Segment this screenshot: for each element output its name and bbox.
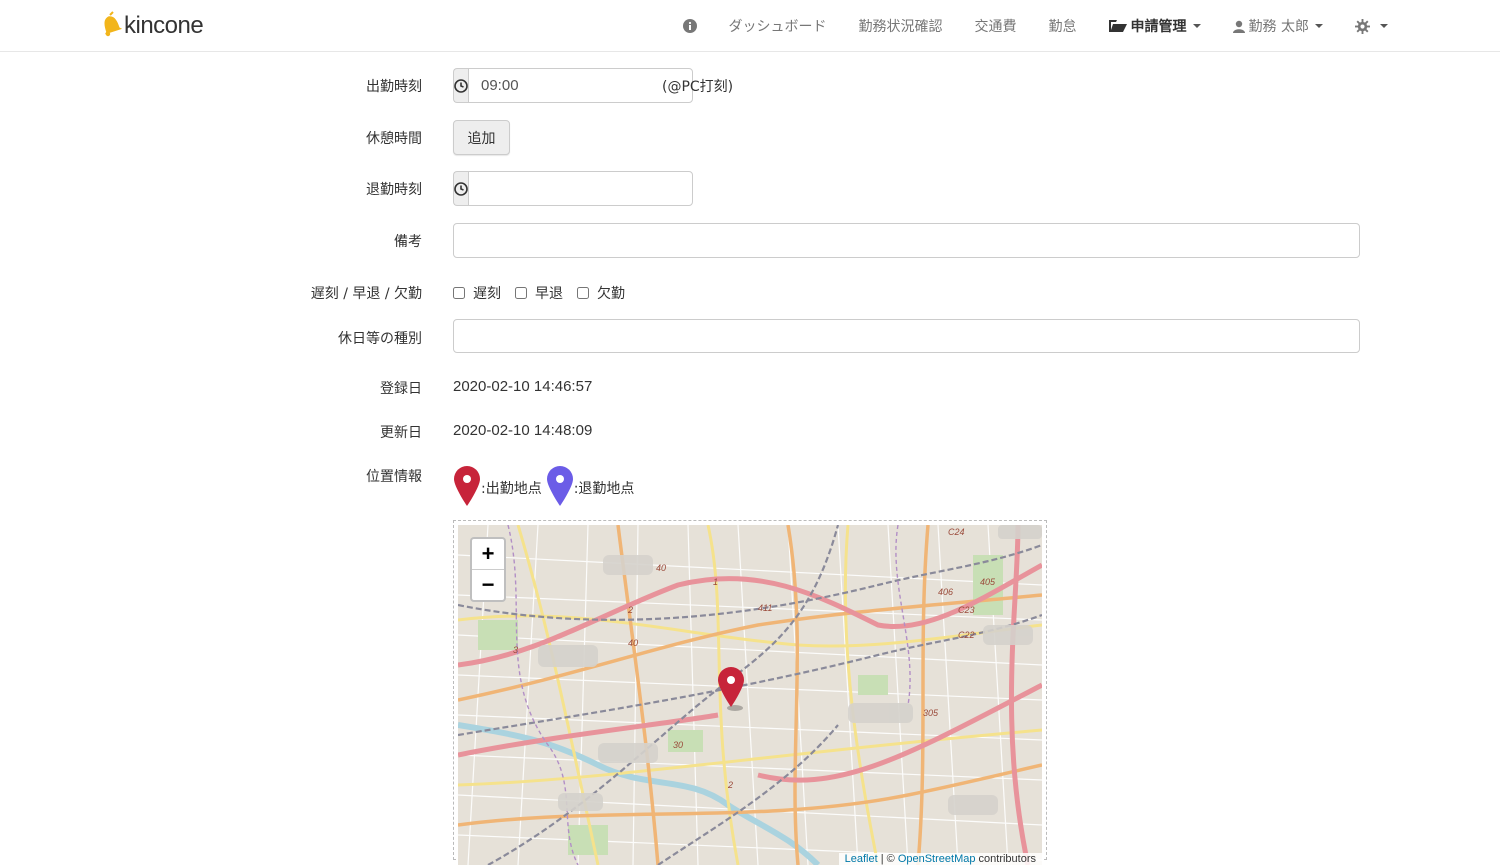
road-number-label: 3	[513, 645, 519, 655]
map-marker-icon	[453, 465, 481, 511]
location-legend: :出勤地点 :退勤地点	[453, 465, 638, 511]
add-break-button[interactable]: 追加	[453, 120, 510, 155]
legend-clock-in-label: :出勤地点	[481, 481, 542, 497]
map-frame: 40 1 2 411 406 405 C24 C23 C22 3 40 305 30 2 + − Leaf…	[453, 520, 1047, 865]
nav-user-name: 勤務 太郎	[1248, 19, 1309, 35]
clock-out-input[interactable]	[468, 171, 693, 206]
road-number-label: 305	[923, 708, 939, 718]
remarks-label: 備考	[394, 234, 422, 250]
clock-icon[interactable]	[453, 171, 468, 206]
late-checkbox-item[interactable]: 遅刻	[453, 283, 501, 303]
folder-open-icon	[1108, 19, 1127, 33]
road-number-label: 411	[758, 603, 773, 613]
map-marker-icon	[546, 465, 574, 511]
late-checkbox-label: 遅刻	[473, 286, 501, 302]
updated-value: 2020-02-10 14:48:09	[453, 422, 593, 439]
late-checkbox[interactable]	[453, 287, 465, 299]
road-number-label: 40	[656, 563, 667, 573]
top-navbar: kincone ダッシュボード 勤務状況確認 交通費 勤怠 申請管理 勤務 太郎	[0, 0, 1500, 52]
road-number-label: C24	[948, 527, 965, 537]
brand-logo[interactable]: kincone	[100, 11, 204, 41]
zoom-in-button[interactable]: +	[472, 539, 504, 569]
late-early-absent-checks: 遅刻 早退 欠勤	[453, 283, 639, 303]
nav-user-dropdown[interactable]: 勤務 太郎	[1217, 0, 1339, 52]
nav-applications-label: 申請管理	[1130, 19, 1187, 35]
gear-icon	[1355, 18, 1370, 34]
clock-in-input[interactable]	[468, 68, 693, 103]
absent-checkbox-label: 欠勤	[597, 286, 625, 302]
nav-dashboard[interactable]: ダッシュボード	[713, 0, 843, 52]
break-label: 休憩時間	[366, 131, 422, 147]
nav-attendance[interactable]: 勤怠	[1033, 0, 1093, 52]
user-icon	[1232, 20, 1245, 33]
registered-value: 2020-02-10 14:46:57	[453, 378, 593, 395]
early-leave-checkbox-label: 早退	[535, 286, 563, 302]
legend-clock-out: :退勤地点	[546, 465, 635, 511]
road-number-label: 406	[938, 587, 954, 597]
nav-transport-expense[interactable]: 交通費	[959, 0, 1033, 52]
remarks-input[interactable]	[453, 223, 1360, 258]
road-number-label: 40	[628, 638, 639, 648]
info-icon[interactable]	[667, 0, 713, 52]
location-label: 位置情報	[366, 469, 422, 485]
chevron-down-icon	[1192, 24, 1201, 28]
nav-work-status[interactable]: 勤務状況確認	[843, 0, 959, 52]
clock-in-note: (@PC打刻)	[662, 79, 734, 95]
clock-out-group	[453, 171, 693, 206]
zoom-out-button[interactable]: −	[472, 569, 504, 600]
nav-settings-dropdown[interactable]	[1339, 0, 1404, 52]
location-map[interactable]: 40 1 2 411 406 405 C24 C23 C22 3 40 305 30 2 + − Leaf…	[458, 525, 1042, 865]
early-leave-checkbox-item[interactable]: 早退	[515, 283, 563, 303]
absent-checkbox-item[interactable]: 欠勤	[577, 283, 625, 303]
road-number-label: 1	[713, 577, 719, 587]
holiday-type-input[interactable]	[453, 319, 1360, 353]
holiday-type-label: 休日等の種別	[338, 331, 422, 347]
main-nav: ダッシュボード 勤務状況確認 交通費 勤怠 申請管理 勤務 太郎	[667, 0, 1404, 52]
early-leave-checkbox[interactable]	[515, 287, 527, 299]
legend-clock-out-label: :退勤地点	[573, 481, 635, 497]
chevron-down-icon	[1380, 24, 1388, 28]
brand-name: kincone	[124, 12, 204, 39]
road-number-label: 30	[673, 740, 684, 750]
map-tiles	[458, 525, 1042, 865]
road-number-label: 2	[628, 605, 634, 615]
updated-label: 更新日	[380, 425, 422, 441]
nav-applications-dropdown[interactable]: 申請管理	[1093, 0, 1217, 52]
road-number-label: 2	[728, 780, 734, 790]
road-number-label: 405	[980, 577, 996, 587]
bell-icon	[100, 11, 123, 41]
clock-icon[interactable]	[453, 68, 468, 103]
clock-in-label: 出勤時刻	[366, 79, 422, 95]
absent-checkbox[interactable]	[577, 287, 589, 299]
registered-label: 登録日	[380, 381, 422, 397]
road-number-label: C23	[958, 605, 975, 615]
road-number-label: C22	[958, 630, 975, 640]
zoom-control: + −	[470, 537, 506, 602]
chevron-down-icon	[1315, 24, 1323, 28]
legend-clock-in: :出勤地点	[453, 465, 542, 511]
clock-in-group	[453, 68, 693, 103]
clock-out-label: 退勤時刻	[366, 182, 422, 198]
late-early-absent-label: 遅刻 / 早退 / 欠勤	[310, 286, 422, 302]
